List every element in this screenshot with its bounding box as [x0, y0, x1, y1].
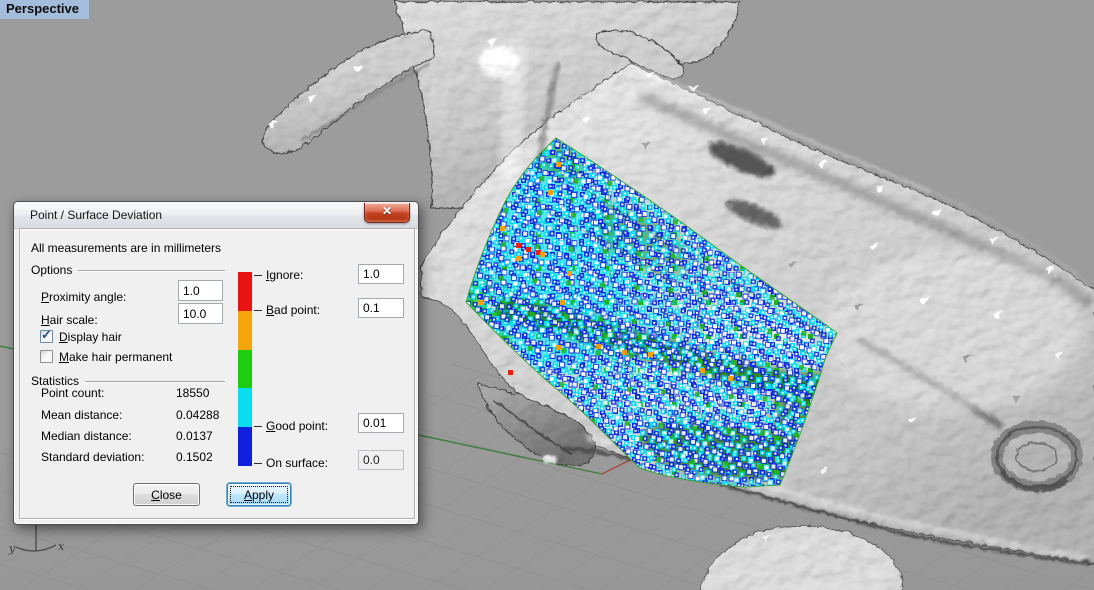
stat-row-standard-deviation: Standard deviation: 0.1502: [41, 450, 391, 465]
viewport-title-perspective[interactable]: Perspective: [0, 0, 89, 19]
stat-value: 0.0137: [176, 429, 213, 443]
scale-color-mid: [238, 350, 252, 389]
statistics-group-rule: [85, 381, 225, 383]
options-group-rule: [78, 270, 225, 272]
close-button[interactable]: Close: [133, 483, 200, 506]
dialog-title: Point / Surface Deviation: [30, 208, 162, 222]
options-group-label: Options: [31, 263, 72, 277]
scale-color-surface: [238, 427, 252, 466]
stat-label: Standard deviation:: [41, 450, 144, 464]
good-point-input[interactable]: [358, 413, 404, 433]
stat-row-point-count: Point count: 18550: [41, 386, 391, 401]
scale-color-good: [238, 388, 252, 427]
make-hair-permanent-checkbox[interactable]: [40, 350, 53, 363]
stat-row-median-distance: Median distance: 0.0137: [41, 429, 391, 444]
scale-color-bad: [238, 311, 252, 350]
ignore-input[interactable]: [358, 264, 404, 284]
proximity-angle-label: Proximity angle:: [41, 290, 126, 304]
hair-scale-label: Hair scale:: [41, 313, 98, 327]
application-window: y x Perspective Point / Surface Deviatio…: [0, 0, 1094, 590]
tick-good-point: [254, 426, 262, 427]
y-axis-label: y: [8, 542, 16, 555]
on-surface-label: On surface:: [266, 456, 328, 470]
tick-ignore: [254, 275, 262, 276]
point-surface-deviation-dialog: Point / Surface Deviation ✕ All measurem…: [13, 201, 419, 525]
deviation-color-scale: [238, 272, 252, 466]
stat-value: 18550: [176, 386, 209, 400]
stat-row-mean-distance: Mean distance: 0.04288: [41, 408, 391, 423]
stat-value: 0.04288: [176, 408, 219, 422]
good-point-label: Good point:: [266, 419, 328, 433]
dialog-titlebar[interactable]: Point / Surface Deviation ✕: [14, 202, 418, 229]
display-hair-label: Display hair: [59, 330, 122, 344]
dialog-close-button[interactable]: ✕: [364, 203, 410, 223]
scale-color-ignore: [238, 272, 252, 311]
options-group-header: Options: [31, 263, 225, 277]
x-axis-label: x: [58, 540, 65, 553]
apply-button[interactable]: Apply: [227, 483, 291, 506]
bad-point-input[interactable]: [358, 298, 404, 318]
checkmark-icon: ✓: [41, 327, 52, 343]
proximity-angle-input[interactable]: [178, 280, 223, 301]
stat-label: Median distance:: [41, 429, 132, 443]
tick-bad-point: [254, 310, 262, 311]
ignore-label: Ignore:: [266, 268, 303, 282]
on-surface-input: [358, 450, 404, 470]
stat-value: 0.1502: [176, 450, 213, 464]
tick-on-surface: [254, 463, 262, 464]
bad-point-label: Bad point:: [266, 303, 320, 317]
make-hair-permanent-label: Make hair permanent: [59, 350, 172, 364]
display-hair-checkbox[interactable]: ✓: [40, 330, 53, 343]
units-note: All measurements are in millimeters: [31, 241, 221, 255]
stat-label: Mean distance:: [41, 408, 122, 422]
hair-scale-input[interactable]: [178, 303, 223, 324]
stat-label: Point count:: [41, 386, 104, 400]
close-icon: ✕: [382, 204, 392, 218]
